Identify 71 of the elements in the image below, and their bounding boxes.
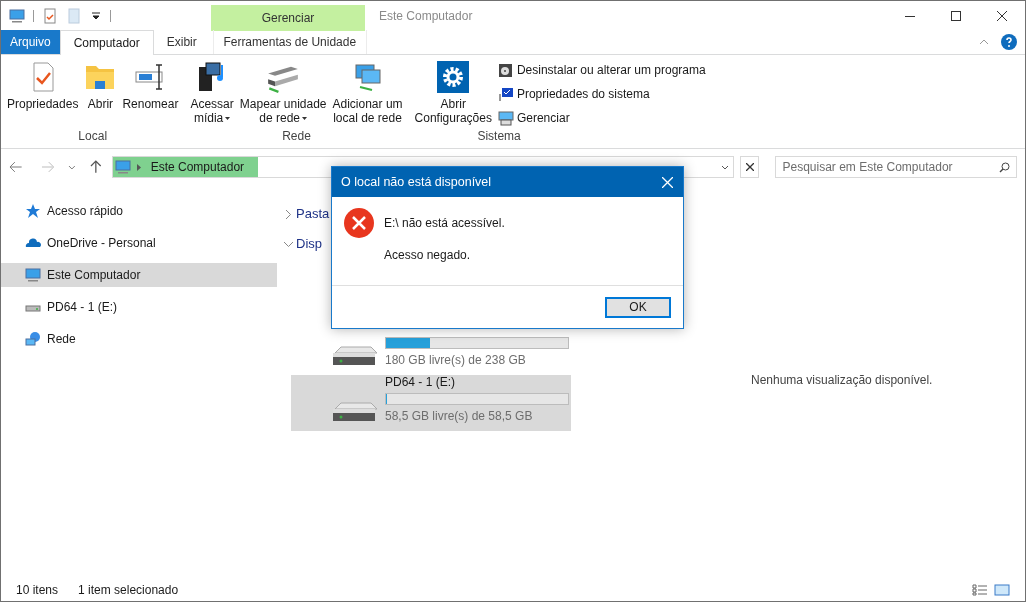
minimize-icon: [905, 15, 915, 17]
error-icon: [344, 208, 374, 238]
preview-message: Nenhuma visualização disponível.: [751, 372, 933, 389]
computer-manage-icon: [497, 110, 514, 126]
ribbon-small-button[interactable]: Propriedades do sistema: [497, 85, 706, 103]
selection-count: 1 item selecionado: [78, 582, 179, 599]
ribbon-group-label: Rede: [281, 128, 312, 145]
ribbon-button[interactable]: Mapear unidade de rede: [237, 61, 329, 125]
ribbon-small-button[interactable]: Desinstalar ou alterar um programa: [497, 61, 706, 79]
help-icon[interactable]: [1001, 34, 1017, 50]
drive-free-space: 180 GB livre(s) de 238 GB: [385, 352, 527, 369]
caret-icon: [302, 116, 307, 120]
ribbon-group-label: Local: [77, 128, 109, 145]
address-path: Este Computador: [150, 159, 245, 176]
drive-free-space: 58,5 GB livre(s) de 58,5 GB: [385, 408, 534, 425]
close-button[interactable]: [660, 175, 674, 189]
dialog-detail: Acesso negado.: [384, 247, 472, 264]
close-icon: [997, 11, 1007, 21]
navigation-item[interactable]: Rede: [1, 327, 277, 351]
navigation-item[interactable]: Acesso rápido: [1, 199, 277, 223]
ribbon-group-label: Sistema: [476, 128, 522, 145]
star-icon: [25, 203, 41, 219]
checklist-page-icon[interactable]: [42, 8, 58, 24]
ribbon-button[interactable]: Propriedades: [5, 61, 81, 111]
search-icon: [999, 161, 1010, 173]
ribbon-button[interactable]: Adicionar um local de rede: [330, 61, 405, 125]
monitor-icon: [25, 267, 41, 283]
ribbon-tab[interactable]: Ferramentas de Unidade: [212, 30, 367, 54]
clear-button[interactable]: [740, 156, 760, 178]
disc-box-icon: [497, 62, 514, 78]
ribbon-button[interactable]: Abrir Configurações: [412, 61, 494, 125]
ok-button[interactable]: OK: [605, 296, 671, 318]
navigation-item[interactable]: OneDrive - Personal: [1, 231, 277, 255]
section-header[interactable]: Disp: [296, 234, 322, 254]
navigation-item[interactable]: PD64 - 1 (E:): [1, 295, 277, 319]
contextual-tab-header: Gerenciar: [211, 5, 365, 31]
caret-icon: [225, 116, 231, 120]
ribbon-small-button[interactable]: Gerenciar: [497, 109, 706, 127]
ribbon-button[interactable]: Renomear: [120, 61, 181, 111]
chevron-down-icon[interactable]: [68, 164, 76, 170]
chevron-right-icon[interactable]: [284, 209, 293, 219]
collapse-ribbon-icon[interactable]: [979, 39, 989, 45]
dialog-message: E:\ não está acessível.: [384, 215, 505, 232]
ribbon-button[interactable]: Acessar mídia: [188, 61, 236, 125]
search-field[interactable]: Pesquisar em Este Computador: [775, 156, 1017, 178]
drive-name: PD64 - 1 (E:): [385, 374, 457, 391]
ribbon-tab[interactable]: Exibir: [153, 30, 210, 54]
chevron-down-icon[interactable]: [284, 239, 293, 249]
drive-tile[interactable]: 180 GB livre(s) de 238 GB: [291, 319, 571, 375]
chevron-right-icon: [136, 163, 141, 171]
drive-tile[interactable]: PD64 - 1 (E:) 58,5 GB livre(s) de 58,5 GB: [291, 375, 571, 431]
chevron-down-icon[interactable]: [721, 164, 729, 170]
item-count: 10 itens: [16, 582, 59, 599]
dropdown-icon[interactable]: [90, 10, 102, 22]
network-globe-icon: [25, 331, 41, 347]
details-view-icon[interactable]: [972, 584, 988, 596]
close-icon: [745, 163, 754, 171]
monitor-icon: [114, 159, 131, 175]
monitor-check-icon: [497, 86, 514, 102]
navigation-item[interactable]: Este Computador: [1, 263, 277, 287]
monitor-icon: [9, 8, 25, 24]
ribbon-tab[interactable]: Arquivo: [1, 30, 60, 54]
settings-icon: [437, 61, 470, 93]
maximize-icon: [951, 11, 961, 21]
up-arrow-icon[interactable]: [90, 160, 102, 174]
section-header[interactable]: Pasta: [296, 204, 330, 224]
window-title: Este Computador: [379, 8, 473, 25]
back-arrow-icon[interactable]: [9, 161, 23, 173]
ribbon-button[interactable]: Abrir: [82, 61, 119, 111]
ribbon-tab[interactable]: Computador: [59, 30, 154, 55]
large-icons-view-icon[interactable]: [994, 584, 1010, 596]
